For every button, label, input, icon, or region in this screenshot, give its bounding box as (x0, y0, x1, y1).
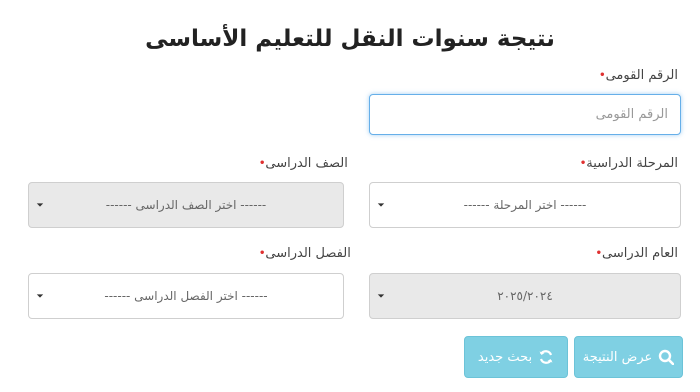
chevron-down-icon (36, 203, 44, 207)
search-icon (658, 349, 675, 365)
stage-select[interactable]: ------ اختر المرحلة ------ (369, 182, 681, 228)
term-label-text: الفصل الدراسى (265, 246, 351, 261)
national-id-label: الرقم القومى• (596, 68, 678, 83)
grade-label: الصف الدراسى• (256, 156, 348, 171)
national-id-label-text: الرقم القومى (605, 68, 678, 83)
academic-year-label: العام الدراسى• (593, 246, 678, 261)
national-id-input[interactable] (369, 94, 681, 135)
stage-select-value: ------ اختر المرحلة ------ (463, 198, 587, 212)
show-result-button[interactable]: عرض النتيجة (574, 336, 683, 378)
show-result-label: عرض النتيجة (582, 349, 653, 365)
term-label: الفصل الدراسى• (256, 246, 351, 261)
academic-year-select-value: ٢٠٢٥/٢٠٢٤ (497, 289, 553, 303)
grade-select-value: ------ اختر الصف الدراسى ------ (105, 198, 267, 212)
refresh-icon (538, 349, 554, 365)
term-select[interactable]: ------ اختر الفصل الدراسى ------ (28, 273, 344, 319)
stage-label: المرحلة الدراسية• (577, 156, 678, 171)
chevron-down-icon (377, 294, 385, 298)
page-title: نتيجة سنوات النقل للتعليم الأساسى (145, 26, 555, 52)
chevron-down-icon (36, 294, 44, 298)
stage-label-text: المرحلة الدراسية (586, 156, 678, 171)
new-search-label: بحث جديد (477, 349, 533, 365)
chevron-down-icon (377, 203, 385, 207)
academic-year-label-text: العام الدراسى (601, 246, 678, 261)
new-search-button[interactable]: بحث جديد (464, 336, 568, 378)
grade-select[interactable]: ------ اختر الصف الدراسى ------ (28, 182, 344, 228)
academic-year-select[interactable]: ٢٠٢٥/٢٠٢٤ (369, 273, 681, 319)
term-select-value: ------ اختر الفصل الدراسى ------ (104, 289, 268, 303)
grade-label-text: الصف الدراسى (265, 156, 348, 171)
